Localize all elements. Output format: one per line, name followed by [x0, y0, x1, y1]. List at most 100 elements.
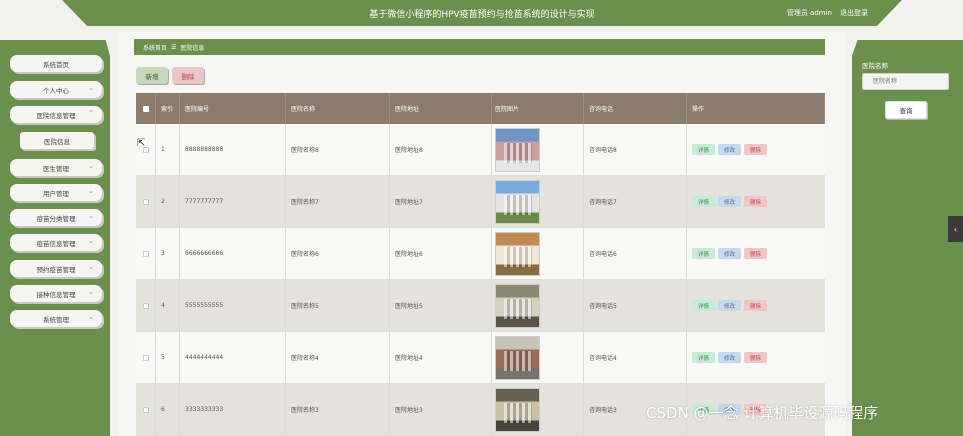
row-delete-button[interactable]: 删除	[744, 352, 768, 363]
row-hospital-code: 3333333333	[180, 384, 286, 435]
row-checkbox[interactable]	[136, 384, 156, 435]
sidebar-item-vaccination[interactable]: 接种信息管理 ⌄	[10, 285, 102, 302]
row-hospital-code: 7777777777	[180, 176, 286, 227]
row-hospital-code: 5555555555	[180, 280, 286, 331]
hospital-image[interactable]	[495, 179, 540, 224]
hospital-image[interactable]	[495, 283, 540, 328]
chevron-down-icon: ⌄	[88, 263, 94, 271]
detail-button[interactable]: 详情	[692, 248, 716, 259]
hospital-image[interactable]	[495, 335, 540, 380]
detail-button[interactable]: 详情	[692, 300, 716, 311]
search-label: 医院名称	[862, 62, 888, 70]
edit-button[interactable]: 修改	[718, 144, 742, 155]
row-hospital-picture[interactable]	[492, 280, 584, 331]
row-hospital-address: 医院地址4	[390, 332, 492, 383]
chevron-down-icon: ⌄	[88, 187, 94, 195]
detail-button[interactable]: 详情	[692, 196, 716, 207]
row-phone: 咨询电话8	[584, 124, 687, 175]
table-row: 4 5555555555 医院名称5 医院地址5 咨询电话5 详情 修改 删除	[136, 280, 825, 332]
row-hospital-picture[interactable]	[492, 176, 584, 227]
row-hospital-picture[interactable]	[492, 124, 584, 175]
row-index: 4	[156, 280, 180, 331]
sidebar-item-system[interactable]: 系统管理 ⌄	[10, 310, 102, 327]
row-hospital-code: 4444444444	[180, 332, 286, 383]
column-header-address: 医院地址	[390, 93, 492, 124]
hospital-table: 索引 医院编号 医院名称 医院地址 医院图片 咨询电话 操作 1 88888888…	[136, 93, 825, 436]
sidebar-item-label: 疫苗信息管理	[36, 239, 76, 248]
row-hospital-name: 医院名称7	[286, 176, 390, 227]
hospital-image[interactable]	[495, 231, 540, 276]
select-all-checkbox[interactable]	[136, 93, 156, 124]
sidebar-item-label: 接种信息管理	[36, 290, 76, 299]
breadcrumb-current: 医院信息	[180, 44, 205, 52]
logout-link[interactable]: 退出登录	[840, 8, 868, 18]
row-delete-button[interactable]: 删除	[744, 196, 768, 207]
column-header-phone: 咨询电话	[584, 93, 687, 124]
row-phone: 咨询电话4	[584, 332, 687, 383]
chevron-down-icon: ⌄	[88, 212, 94, 220]
sidebar: 系统首页 个人中心 ⌄ 医院信息管理 ⌃ 医院信息 医生管理 ⌄ 用户管理 ⌄ …	[0, 40, 110, 436]
sidebar-item-profile[interactable]: 个人中心 ⌄	[10, 81, 102, 98]
breadcrumb: 系统首页 ☰ 医院信息	[134, 39, 825, 55]
column-header-index: 索引	[156, 93, 180, 124]
sidebar-item-user[interactable]: 用户管理 ⌄	[10, 184, 102, 201]
row-checkbox[interactable]	[136, 176, 156, 227]
row-hospital-picture[interactable]	[492, 332, 584, 383]
edit-button[interactable]: 修改	[718, 248, 742, 259]
table-row: 5 4444444444 医院名称4 医院地址4 咨询电话4 详情 修改 删除	[136, 332, 825, 384]
row-checkbox[interactable]	[136, 332, 156, 383]
delete-button[interactable]: 删除	[172, 67, 204, 84]
detail-button[interactable]: 详情	[692, 144, 716, 155]
sidebar-item-label: 系统首页	[43, 60, 69, 69]
mouse-cursor-icon: ⇱	[137, 138, 146, 149]
row-hospital-name: 医院名称4	[286, 332, 390, 383]
edit-button[interactable]: 修改	[718, 300, 742, 311]
row-phone: 咨询电话5	[584, 280, 687, 331]
detail-button[interactable]: 详情	[692, 352, 716, 363]
hospital-image[interactable]	[495, 387, 540, 432]
row-index: 1	[156, 124, 180, 175]
collapse-panel-icon[interactable]: ‹	[948, 216, 963, 242]
row-hospital-picture[interactable]	[492, 384, 584, 435]
row-index: 2	[156, 176, 180, 227]
hospital-image[interactable]	[495, 127, 540, 172]
sidebar-item-label: 医院信息管理	[36, 111, 76, 120]
row-checkbox[interactable]	[136, 228, 156, 279]
sidebar-item-vaccine-info[interactable]: 疫苗信息管理 ⌄	[10, 234, 102, 251]
row-delete-button[interactable]: 删除	[744, 144, 768, 155]
row-hospital-address: 医院地址8	[390, 124, 492, 175]
app-title: 基于微信小程序的HPV疫苗预约与抢苗系统的设计与实现	[369, 10, 595, 20]
row-hospital-name: 医院名称6	[286, 228, 390, 279]
sidebar-item-vaccine-category[interactable]: 疫苗分类管理 ⌄	[10, 209, 102, 226]
row-hospital-address: 医院地址7	[390, 176, 492, 227]
row-delete-button[interactable]: 删除	[744, 248, 768, 259]
chevron-down-icon: ⌄	[88, 84, 94, 92]
row-hospital-address: 医院地址3	[390, 384, 492, 435]
sidebar-item-label: 预约疫苗管理	[36, 265, 76, 274]
main-content: 系统首页 ☰ 医院信息 新增 删除 索引 医院编号 医院名称 医院地址 医院图片…	[118, 32, 846, 436]
search-button[interactable]: 查询	[885, 101, 927, 119]
sidebar-item-label: 系统管理	[43, 315, 69, 324]
column-header-code: 医院编号	[180, 93, 286, 124]
chevron-up-icon: ⌃	[88, 109, 94, 117]
row-checkbox[interactable]	[136, 124, 156, 175]
hospital-name-search-input[interactable]	[862, 73, 949, 90]
current-user-label: 管理员 admin	[786, 9, 832, 17]
row-checkbox[interactable]	[136, 280, 156, 331]
row-actions: 详情 修改 删除	[687, 176, 825, 227]
edit-button[interactable]: 修改	[718, 196, 742, 207]
add-button[interactable]: 新增	[136, 67, 168, 84]
breadcrumb-home[interactable]: 系统首页	[143, 43, 167, 52]
sidebar-item-doctor[interactable]: 医生管理 ⌄	[10, 159, 102, 176]
edit-button[interactable]: 修改	[718, 352, 742, 363]
breadcrumb-separator-icon: ☰	[171, 43, 177, 51]
row-hospital-picture[interactable]	[492, 228, 584, 279]
row-delete-button[interactable]: 删除	[744, 300, 768, 311]
sidebar-subitem-hospital-info[interactable]: 医院信息	[20, 132, 94, 149]
row-hospital-code: 8888888888	[180, 124, 286, 175]
sidebar-item-reservation[interactable]: 预约疫苗管理 ⌄	[10, 260, 102, 277]
row-hospital-code: 6666666666	[180, 228, 286, 279]
row-hospital-name: 医院名称3	[286, 384, 390, 435]
sidebar-item-home[interactable]: 系统首页	[10, 55, 102, 72]
sidebar-item-hospital-management[interactable]: 医院信息管理 ⌃	[10, 106, 102, 123]
